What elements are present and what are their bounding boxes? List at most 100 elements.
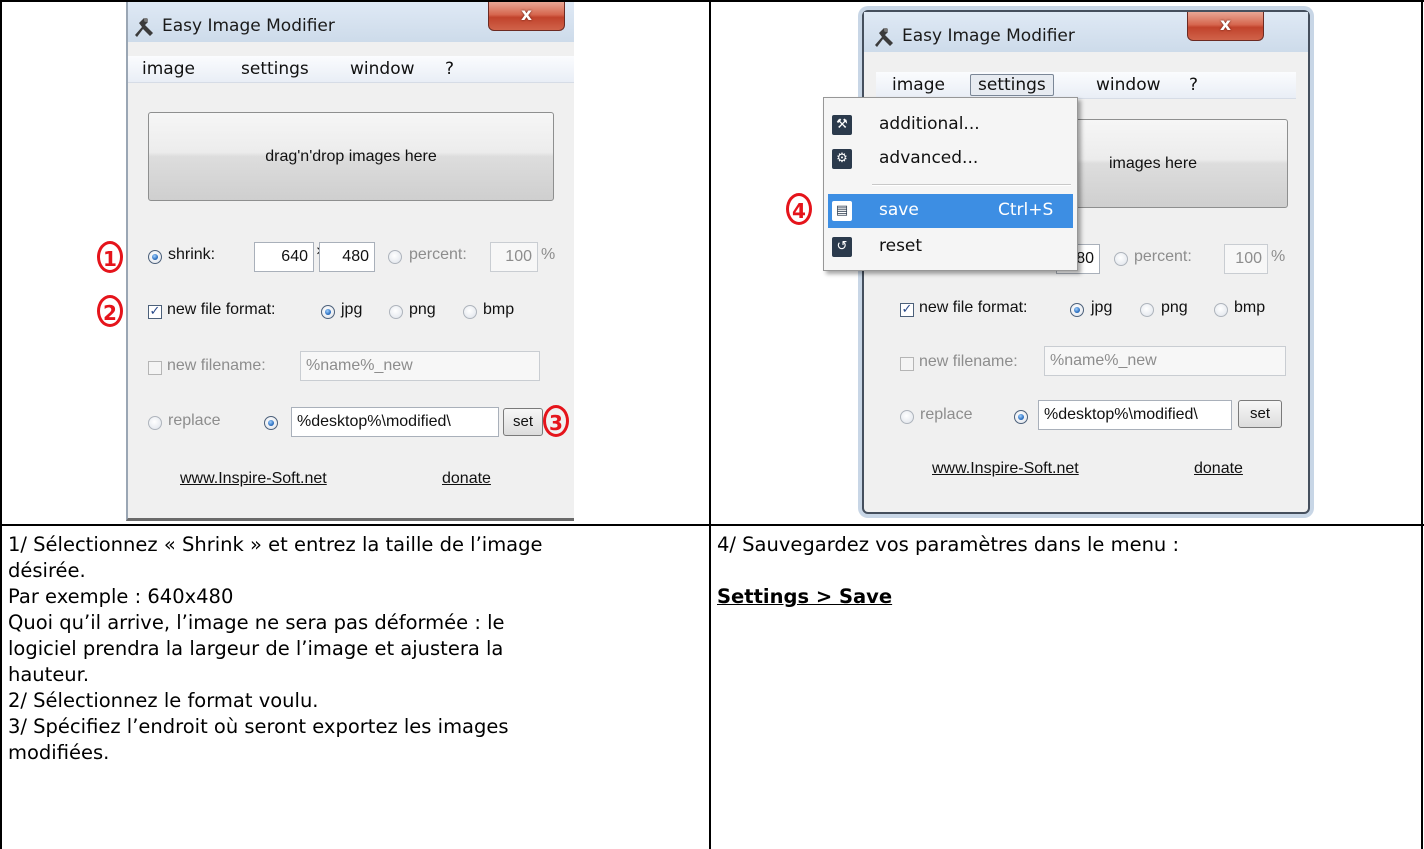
hammer-icon: ⚒ (832, 115, 852, 135)
donate-link[interactable]: donate (442, 470, 491, 488)
instruction-line: 4/ Sauvegardez vos paramètres dans le me… (717, 533, 1180, 556)
menu-item-label: additional... (879, 114, 980, 134)
bmp-label: bmp (1234, 299, 1266, 316)
png-label: png (409, 301, 436, 318)
instruction-line: 3/ Spécifiez l’endroit où seront exporte… (8, 715, 509, 738)
jpg-radio[interactable] (1070, 303, 1084, 317)
percent-input[interactable]: 100 (1224, 244, 1268, 274)
step-marker-1: 1 (97, 241, 123, 273)
step-marker-3: 3 (543, 405, 569, 437)
menu-item-additional[interactable]: ⚒ additional... (828, 108, 1073, 142)
png-label: png (1161, 299, 1188, 316)
new-format-label: new file format: (919, 299, 1028, 316)
filename-input[interactable]: %name%_new (300, 351, 540, 381)
close-button[interactable]: x (488, 2, 565, 31)
instruction-line: 1/ Sélectionnez « Shrink » et entrez la … (8, 533, 543, 556)
percent-sign: % (541, 246, 556, 263)
bmp-radio[interactable] (1214, 303, 1228, 317)
new-format-checkbox[interactable]: ✓ (148, 305, 162, 319)
instruction-spacer (717, 558, 1407, 584)
instruction-line: désirée. (8, 559, 86, 582)
instructions-left: 1/ Sélectionnez « Shrink » et entrez la … (8, 532, 698, 766)
new-filename-checkbox[interactable] (148, 361, 162, 375)
bmp-radio[interactable] (463, 305, 477, 319)
shrink-radio[interactable] (148, 250, 162, 264)
percent-label: percent: (1134, 248, 1192, 265)
height-input[interactable]: 480 (319, 242, 375, 272)
menu-item-label: save (879, 200, 919, 220)
output-folder-radio[interactable] (264, 416, 278, 430)
menu-bar: image settings window ? (128, 56, 574, 83)
replace-label: replace (168, 412, 221, 429)
app-logo-icon (872, 25, 896, 49)
replace-radio[interactable] (148, 416, 162, 430)
menu-item-save[interactable]: ▤ save Ctrl+S (828, 194, 1073, 228)
png-radio[interactable] (1140, 303, 1154, 317)
percent-radio[interactable] (1114, 252, 1128, 266)
website-link[interactable]: www.Inspire-Soft.net (180, 470, 327, 488)
settings-save-path: Settings > Save (717, 585, 893, 608)
jpg-label: jpg (341, 301, 363, 318)
new-filename-label: new filename: (919, 353, 1018, 370)
menu-help[interactable]: ? (1181, 74, 1206, 96)
website-link[interactable]: www.Inspire-Soft.net (932, 460, 1079, 478)
png-radio[interactable] (389, 305, 403, 319)
set-path-button[interactable]: set (1238, 400, 1282, 428)
menu-settings[interactable]: settings (233, 58, 317, 80)
menu-item-reset[interactable]: ↺ reset (828, 230, 1073, 264)
output-path-input[interactable]: %desktop%\modified\ (291, 407, 499, 437)
dropzone-button[interactable]: drag'n'drop images here (148, 112, 554, 201)
table-left-border (0, 0, 2, 849)
instruction-line: Par exemple : 640x480 (8, 585, 234, 608)
menu-item-advanced[interactable]: ⚙ advanced... (828, 142, 1073, 176)
instruction-line: 2/ Sélectionnez le format voulu. (8, 689, 319, 712)
menu-bar: image settings window ? (876, 72, 1296, 99)
menu-separator (872, 184, 1071, 186)
percent-sign: % (1271, 248, 1286, 265)
replace-label: replace (920, 406, 973, 423)
menu-image[interactable]: image (134, 58, 203, 80)
jpg-radio[interactable] (321, 305, 335, 319)
menu-help[interactable]: ? (437, 58, 462, 80)
output-folder-radio[interactable] (1014, 410, 1028, 424)
title-bar: Easy Image Modifier x (128, 2, 574, 42)
step-marker-4: 4 (786, 193, 812, 225)
new-format-checkbox[interactable]: ✓ (900, 303, 914, 317)
menu-item-shortcut: Ctrl+S (998, 200, 1054, 220)
menu-window[interactable]: window (1088, 74, 1169, 96)
instruction-line: modifiées. (8, 741, 110, 764)
title-bar: Easy Image Modifier x (864, 12, 1308, 52)
reset-icon: ↺ (832, 237, 852, 257)
window-title: Easy Image Modifier (162, 16, 335, 36)
menu-settings[interactable]: settings (970, 74, 1054, 96)
set-path-button[interactable]: set (503, 408, 543, 436)
wrench-icon: ⚙ (832, 149, 852, 169)
new-filename-label: new filename: (167, 357, 266, 374)
menu-item-label: reset (879, 236, 923, 256)
save-icon: ▤ (832, 201, 852, 221)
left-app-window: Easy Image Modifier x image settings win… (126, 2, 574, 521)
menu-image[interactable]: image (884, 74, 953, 96)
instruction-line: Quoi qu’il arrive, l’image ne sera pas d… (8, 611, 505, 634)
shrink-label: shrink: (168, 246, 216, 263)
new-format-label: new file format: (167, 301, 276, 318)
settings-dropdown-menu: ⚒ additional... ⚙ advanced... ▤ save Ctr… (823, 97, 1078, 271)
instruction-line: hauteur. (8, 663, 90, 686)
percent-radio[interactable] (388, 250, 402, 264)
menu-window[interactable]: window (342, 58, 423, 80)
table-row-divider (0, 524, 1424, 526)
filename-input[interactable]: %name%_new (1044, 346, 1286, 376)
close-button[interactable]: x (1187, 12, 1264, 41)
step-marker-2: 2 (97, 295, 123, 327)
menu-item-label: advanced... (879, 148, 979, 168)
instructions-right: 4/ Sauvegardez vos paramètres dans le me… (717, 532, 1407, 610)
bmp-label: bmp (483, 301, 515, 318)
app-logo-icon (132, 15, 156, 39)
table-center-divider (709, 0, 711, 849)
width-input[interactable]: 640 (254, 242, 314, 272)
donate-link[interactable]: donate (1194, 460, 1243, 478)
percent-input[interactable]: 100 (490, 242, 538, 272)
replace-radio[interactable] (900, 410, 914, 424)
output-path-input[interactable]: %desktop%\modified\ (1038, 400, 1232, 430)
new-filename-checkbox[interactable] (900, 357, 914, 371)
